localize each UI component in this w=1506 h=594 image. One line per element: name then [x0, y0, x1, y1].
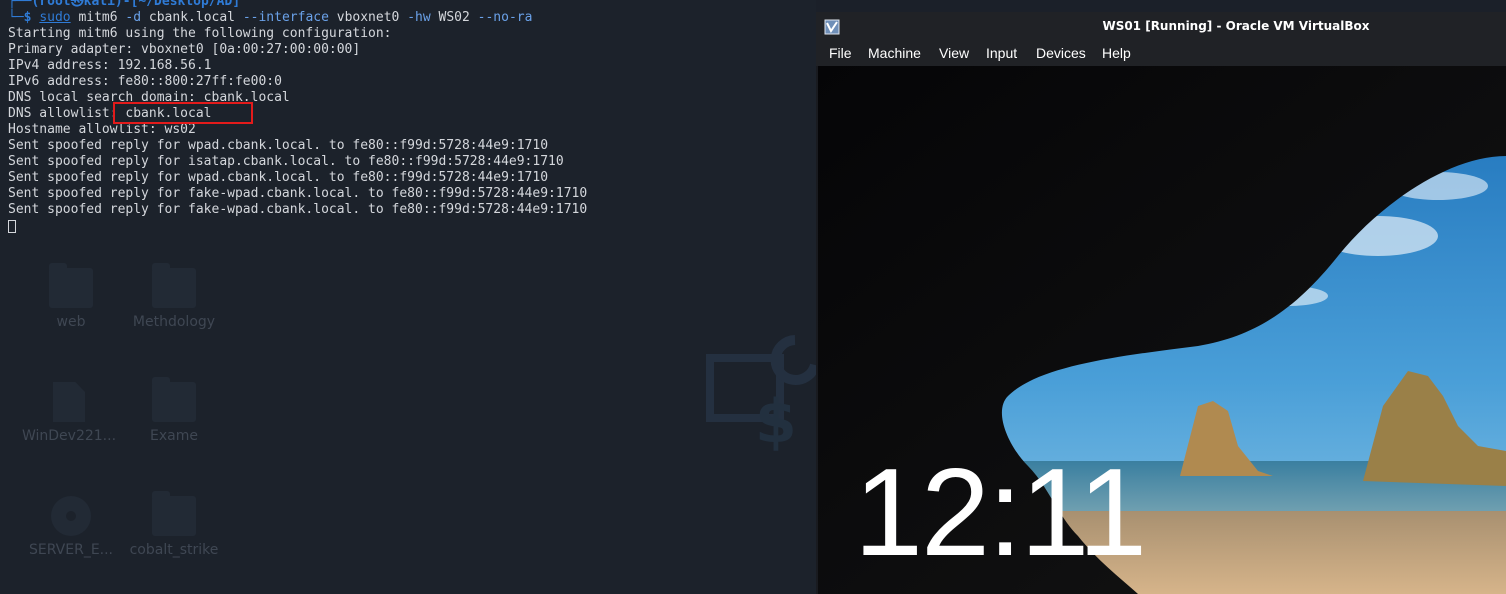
output-line: Sent spoofed reply for wpad.cbank.local.… — [8, 170, 549, 185]
command-line: └─$ sudo mitm6 -d cbank.local --interfac… — [8, 10, 532, 26]
vbox-titlebar[interactable]: WS01 [Running] - Oracle VM VirtualBox — [816, 12, 1506, 41]
command-option: --no-ra — [477, 10, 533, 25]
output-line: Hostname allowlist: ws02 — [8, 122, 196, 137]
command-arg: cbank.local — [148, 10, 235, 25]
command-arg: vboxnet0 — [336, 10, 400, 25]
menu-input[interactable]: Input — [986, 45, 1017, 61]
command-program: mitm6 — [78, 10, 118, 25]
terminal-cursor — [8, 220, 16, 233]
vbox-menubar: File Machine View Input Devices Help — [816, 41, 1506, 66]
output-line: IPv6 address: fe80::800:27ff:fe00:0 — [8, 74, 282, 89]
output-line: Starting mitm6 using the following confi… — [8, 26, 392, 41]
prompt-arrow: └─$ — [8, 10, 32, 25]
virtualbox-window[interactable]: WS01 [Running] - Oracle VM VirtualBox Fi… — [816, 12, 1506, 594]
window-title: WS01 [Running] - Oracle VM VirtualBox — [1102, 19, 1370, 33]
menu-help[interactable]: Help — [1102, 45, 1131, 61]
output-line: Sent spoofed reply for wpad.cbank.local.… — [8, 138, 549, 153]
command-sudo: sudo — [39, 10, 71, 25]
output-line: Sent spoofed reply for fake-wpad.cbank.l… — [8, 202, 588, 217]
menu-view[interactable]: View — [939, 45, 969, 61]
output-line: Sent spoofed reply for isatap.cbank.loca… — [8, 154, 564, 169]
command-option: -d — [125, 10, 142, 25]
prompt-header: ┌──(root㉿kali)-[~/Desktop/AD] — [8, 0, 241, 9]
menu-devices[interactable]: Devices — [1036, 45, 1086, 61]
annotation-highlight-box — [113, 102, 253, 124]
menu-machine[interactable]: Machine — [868, 45, 921, 61]
vm-display[interactable]: 12:11 — [818, 66, 1506, 594]
output-line: Primary adapter: vboxnet0 [0a:00:27:00:0… — [8, 42, 361, 57]
terminal-window[interactable]: ┌──(root㉿kali)-[~/Desktop/AD] └─$ sudo m… — [0, 0, 812, 594]
menu-file[interactable]: File — [829, 45, 852, 61]
output-line: Sent spoofed reply for fake-wpad.cbank.l… — [8, 186, 588, 201]
lockscreen-clock: 12:11 — [854, 444, 1147, 582]
output-line: IPv4 address: 192.168.56.1 — [8, 58, 212, 73]
command-arg: WS02 — [438, 10, 470, 25]
command-option: -hw — [407, 10, 431, 25]
command-option: --interface — [242, 10, 329, 25]
